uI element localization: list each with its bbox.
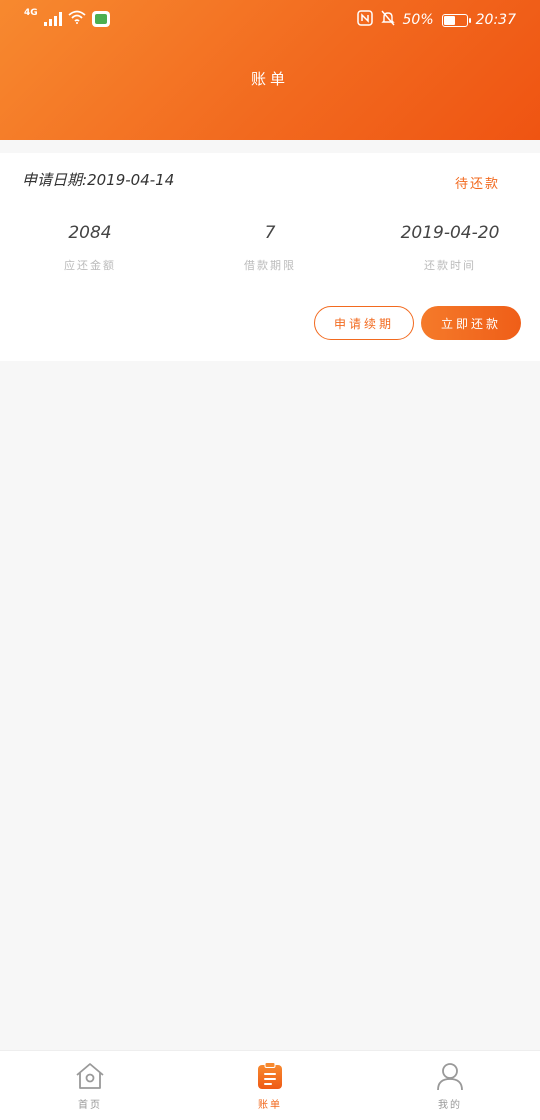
- stat-term-label: 借款期限: [244, 259, 296, 272]
- stat-due-date: 2019-04-20 还款时间: [360, 223, 540, 273]
- status-left: 4G: [24, 8, 110, 28]
- stat-amount: 2084 应还金额: [0, 223, 180, 273]
- stat-term: 7 借款期限: [180, 223, 360, 273]
- apply-date-label: 申请日期:: [22, 171, 88, 189]
- page-title: 账单: [250, 70, 289, 88]
- status-bar: 4G 50% 20:37: [0, 0, 540, 40]
- status-badge: 待还款: [454, 177, 500, 192]
- nfc-icon: [356, 10, 373, 30]
- stat-amount-value: 2084: [68, 223, 112, 243]
- tab-home-label: 首页: [78, 1100, 102, 1111]
- apply-date-value: 2019-04-14: [87, 171, 175, 189]
- network-type: 4G: [24, 8, 38, 18]
- tab-bill[interactable]: 账单: [180, 1051, 360, 1120]
- tab-mine-label: 我的: [438, 1100, 462, 1111]
- wifi-icon: [68, 10, 86, 28]
- bill-icon: [254, 1060, 286, 1092]
- app-notification-icon: [91, 11, 110, 27]
- stat-due-date-label: 还款时间: [424, 259, 476, 272]
- apply-date: 申请日期:2019-04-14: [22, 169, 174, 190]
- tab-bill-label: 账单: [258, 1100, 282, 1111]
- header-bar: 4G 50% 20:37 账单: [0, 0, 540, 140]
- apply-extension-button[interactable]: 申请续期: [314, 306, 414, 340]
- clock: 20:37: [475, 12, 516, 28]
- user-icon: [434, 1060, 466, 1092]
- signal-icon: [43, 12, 62, 26]
- battery-icon: [441, 13, 471, 27]
- status-right: 50% 20:37: [356, 10, 516, 30]
- bottom-tab-bar: 首页 账单 我的: [0, 1050, 540, 1120]
- bill-stats: 2084 应还金额 7 借款期限 2019-04-20 还款时间: [0, 223, 540, 273]
- stat-term-value: 7: [264, 223, 276, 243]
- mute-bell-icon: [380, 10, 395, 30]
- tab-home[interactable]: 首页: [0, 1051, 180, 1120]
- tab-mine[interactable]: 我的: [360, 1051, 540, 1120]
- stat-amount-label: 应还金额: [64, 259, 116, 272]
- home-icon: [74, 1060, 106, 1092]
- bill-card: 申请日期:2019-04-14 待还款 2084 应还金额 7 借款期限 201…: [0, 153, 540, 361]
- stat-due-date-value: 2019-04-20: [400, 223, 500, 243]
- battery-percent: 50%: [402, 12, 434, 28]
- repay-now-button[interactable]: 立即还款: [421, 306, 521, 340]
